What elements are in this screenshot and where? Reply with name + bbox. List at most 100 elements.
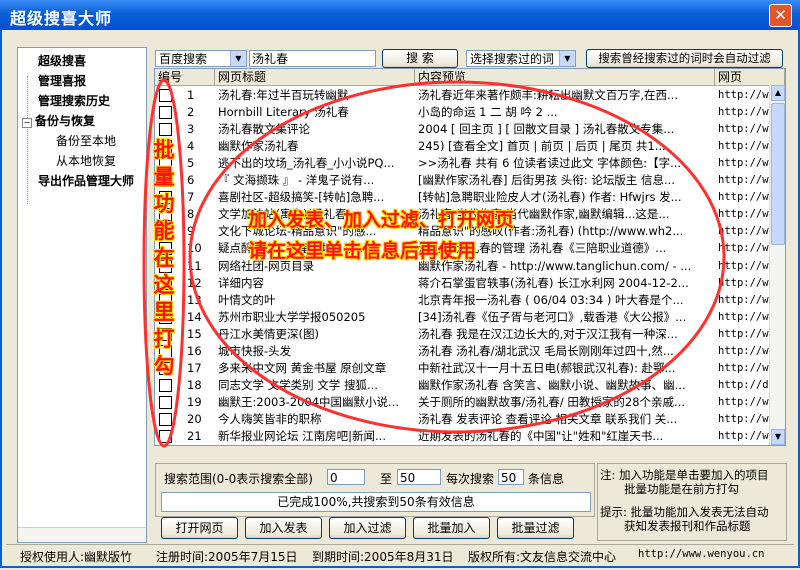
- each-search-label: 每次搜索: [446, 472, 495, 486]
- row-title: 幽默作家汤礼春: [218, 139, 299, 154]
- row-number: 7: [187, 190, 195, 205]
- row-checkbox[interactable]: [159, 106, 172, 120]
- row-url: http://w: [718, 259, 769, 272]
- table-row[interactable]: 7 喜剧社区-超级搞笑-[转帖]急聘... [转帖]急聘职业险皮人才(汤礼春) 作者…: [155, 188, 785, 206]
- row-url: http://w: [718, 89, 769, 101]
- column-header-preview[interactable]: 内容预览: [415, 69, 715, 85]
- table-row[interactable]: 15 丹江水美情更深(图) 汤礼春 我是在汉江边长大的,对于汉江我有一种深... ht…: [155, 325, 785, 343]
- sidebar-item-search-history[interactable]: 管理搜索历史: [38, 92, 110, 109]
- row-checkbox[interactable]: [159, 378, 172, 392]
- row-checkbox[interactable]: [159, 395, 172, 409]
- table-row[interactable]: 21 新华报业网论坛 江南房吧|新闻... 近期发表的汤礼春的《中国"让"姓和"红崖…: [155, 427, 785, 445]
- chevron-down-icon[interactable]: ▼: [559, 51, 575, 66]
- table-row[interactable]: 14 苏州市职业大学学报050205 [34]汤礼春《伍子胥与老河口》,载香港《大公…: [155, 308, 785, 326]
- sidebar-item-export[interactable]: 导出作品管理大师: [38, 172, 134, 189]
- registered-date-text: 注册时间:2005年7月15日: [156, 550, 298, 564]
- row-number: 9: [187, 224, 195, 239]
- row-number: 14: [187, 309, 202, 324]
- row-preview: [34]汤礼春《伍子胥与老河口》,载香港《大公报》...: [418, 309, 687, 324]
- sidebar-item-backup-restore[interactable]: − 备份与恢复: [22, 112, 95, 129]
- window-title: 超级搜喜大师: [10, 9, 113, 28]
- scroll-up-icon[interactable]: ▲: [771, 85, 785, 101]
- row-preview: 关于厕所的幽默故事/汤礼春/ 田教授家的28个亲戚...: [418, 394, 686, 409]
- row-preview: >>汤礼春 共有 6 位读者读过此文 字体颜色:【字...: [418, 156, 682, 171]
- row-number: 12: [187, 275, 202, 290]
- row-url: http://w: [718, 242, 769, 255]
- table-row[interactable]: 16 城市快报-头发 汤礼春 汤礼春/湖北武汉 毛局长刚刚年过四十,然... http…: [155, 342, 785, 360]
- history-select[interactable]: 选择搜索过的词 ▼: [466, 50, 576, 67]
- row-number: 4: [187, 139, 195, 154]
- row-preview: 蒋介石掌蛋官轶事(汤礼春) 长江水利网 2004-12-2...: [418, 275, 689, 290]
- progress-bar: 已完成100%,共搜索到50条有效信息: [161, 492, 591, 512]
- row-title: 同志文学 文学类别 文学 搜狐...: [218, 377, 378, 392]
- table-header: 编号 网页标题 内容预览 网页: [155, 69, 785, 86]
- table-row[interactable]: 17 多来米中文网 黄金书屋 原创文章 中新社武汉十一月十五日电(郝银武汉礼春): …: [155, 359, 785, 377]
- add-filter-button[interactable]: 加入过滤: [329, 517, 406, 539]
- table-row[interactable]: 12 详细内容 蒋介石掌蛋官轶事(汤礼春) 长江水利网 2004-12-2... ht…: [155, 274, 785, 292]
- batch-hint-vertical: 批量功能在这里打勾: [153, 138, 175, 378]
- table-row[interactable]: 4 幽默作家汤礼春 245) [查看全文] 首页 | 前页 | 后页 | 尾页 共1…: [155, 137, 785, 155]
- website-link[interactable]: http://www.wenyou.cn: [638, 548, 764, 560]
- row-url: http://www.xijun...: [718, 191, 770, 204]
- range-to-input[interactable]: 50: [397, 469, 441, 485]
- row-url: http://d: [718, 378, 769, 391]
- table-row[interactable]: 2 Hornbill Literary 汤礼春 小岛的命运 1 二 胡 吟 2 ..…: [155, 103, 785, 121]
- table-row[interactable]: 20 今人嗨笑皆非的职称 汤礼春 发表评论 查看评论 相关文章 联系我们 关... h…: [155, 410, 785, 428]
- table-row[interactable]: 18 同志文学 文学类别 文学 搜狐... 幽默作家汤礼春 含笑言、幽默小说、幽默故…: [155, 376, 785, 394]
- table-row[interactable]: 5 逃不出的坟场_汤礼春_小小说PQ... >>汤礼春 共有 6 位读者读过此文 字…: [155, 154, 785, 172]
- row-title: 幽默王:2003-2004中国幽默小说...: [218, 394, 400, 409]
- batch-filter-button[interactable]: 批量过滤: [497, 517, 574, 539]
- unit-label: 条信息: [528, 472, 565, 486]
- row-url: http://w: [718, 123, 769, 136]
- row-checkbox[interactable]: [159, 412, 172, 426]
- notes-panel: 注: 加入功能是单击要加入的项目 批量功能是在前方打勾 提示: 批量功能加入发表…: [597, 463, 787, 541]
- row-preview: [转帖]急聘职业险皮人才(汤礼春) 作者: Hfwjrs 发...: [418, 190, 682, 205]
- table-row[interactable]: 3 汤礼春散文集评论 2004 [ 回主页 ] [ 回散文目录 ] 汤礼春散文专集.…: [155, 120, 785, 138]
- row-number: 1: [187, 88, 195, 102]
- table-row[interactable]: 13 叶情文的叶 北京青年报一汤礼春 ( 06/04 03:34 ) 叶大春是个..…: [155, 291, 785, 309]
- column-header-number[interactable]: 编号: [155, 69, 215, 85]
- row-number: 17: [187, 360, 202, 375]
- table-row[interactable]: 19 幽默王:2003-2004中国幽默小说... 关于厕所的幽默故事/汤礼春/ 田…: [155, 393, 785, 411]
- sidebar-horizontal-scrollbar[interactable]: [18, 527, 146, 542]
- column-header-url[interactable]: 网页: [715, 69, 785, 85]
- add-publish-button[interactable]: 加入发表: [245, 517, 322, 539]
- table-row[interactable]: 1 汤礼春:年过半百玩转幽默 汤礼春近年来著作颇丰:耕耘出幽默文百万字,在西... h…: [155, 86, 785, 104]
- scroll-down-icon[interactable]: ▼: [771, 429, 785, 445]
- batch-add-button[interactable]: 批量加入: [413, 517, 490, 539]
- range-label: 搜索范围(0-0表示搜索全部): [164, 472, 313, 486]
- sidebar-item-manage-reports[interactable]: 管理喜报: [38, 72, 86, 89]
- row-preview: 汤礼春近年来著作颇丰:耕耘出幽默文百万字,在西...: [418, 88, 678, 102]
- column-header-title[interactable]: 网页标题: [215, 69, 415, 85]
- row-checkbox[interactable]: [159, 123, 172, 137]
- sidebar-item-super-search[interactable]: 超级搜喜: [38, 52, 86, 69]
- scroll-thumb[interactable]: [771, 103, 785, 245]
- sidebar-item-restore-local[interactable]: 从本地恢复: [56, 152, 116, 169]
- search-input[interactable]: 汤礼春: [249, 50, 376, 67]
- row-checkbox[interactable]: [159, 430, 172, 443]
- row-url: http://w: [718, 430, 769, 442]
- auto-filter-button[interactable]: 搜索曾经搜索过的词时会自动过滤: [586, 49, 783, 68]
- table-row[interactable]: 6 『 文海撷珠 』 - 洋鬼子说有... [幽默作家汤礼春] 后街男孩 头衔: 论…: [155, 171, 785, 189]
- row-url: http://w: [718, 327, 769, 340]
- row-checkbox[interactable]: [159, 89, 172, 102]
- search-button[interactable]: 搜 索: [382, 49, 458, 68]
- row-number: 5: [187, 156, 195, 171]
- open-page-button[interactable]: 打开网页: [161, 517, 238, 539]
- row-preview: 245) [查看全文] 首页 | 前页 | 后页 | 尾页 共1...: [418, 139, 666, 154]
- sidebar-item-backup-local[interactable]: 备份至本地: [56, 132, 116, 149]
- row-title: 今人嗨笑皆非的职称: [218, 411, 322, 426]
- collapse-icon[interactable]: −: [22, 118, 32, 128]
- range-to-label: 至: [380, 472, 393, 486]
- row-preview: 小岛的命运 1 二 胡 吟 2 ...: [418, 105, 558, 120]
- row-number: 21: [187, 429, 202, 443]
- table-vertical-scrollbar[interactable]: ▲ ▼: [769, 85, 785, 445]
- close-icon[interactable]: ✕: [769, 4, 792, 27]
- expire-date-text: 到期时间:2005年8月31日: [312, 550, 454, 564]
- search-engine-select[interactable]: 百度搜索 ▼: [155, 50, 247, 67]
- chevron-down-icon[interactable]: ▼: [230, 51, 246, 66]
- row-title: 丹江水美情更深(图): [218, 326, 319, 341]
- range-from-input[interactable]: 0: [327, 469, 365, 485]
- each-search-input[interactable]: 50: [498, 469, 524, 485]
- row-title: 新华报业网论坛 江南房吧|新闻...: [218, 429, 386, 443]
